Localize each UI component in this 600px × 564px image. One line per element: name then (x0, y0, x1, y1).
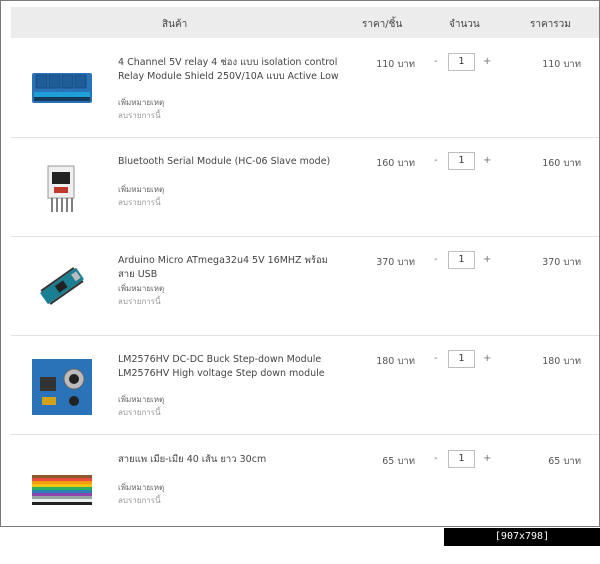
unit-price: 160 บาท (376, 158, 415, 169)
increase-qty-button[interactable]: + (483, 453, 491, 464)
unit-price: 110 บาท (376, 59, 415, 70)
unit-price: 65 บาท (382, 456, 415, 467)
line-total: 110 บาท (542, 59, 581, 70)
cart-row: Bluetooth Serial Module (HC-06 Slave mod… (11, 138, 599, 237)
add-note-link[interactable]: เพิ่มหมายเหตุ (118, 183, 164, 196)
header-quantity: จำนวน (449, 19, 480, 30)
line-total: 160 บาท (542, 158, 581, 169)
cart-row: Arduino Micro ATmega32u4 5V 16MHZ พร้อมส… (11, 237, 599, 336)
increase-qty-button[interactable]: + (483, 254, 491, 265)
product-name[interactable]: Bluetooth Serial Module (HC-06 Slave mod… (118, 155, 343, 169)
decrease-qty-button[interactable]: - (434, 56, 438, 67)
decrease-qty-button[interactable]: - (434, 155, 438, 166)
cart-row: 4 Channel 5V relay 4 ช่อง แบบ isolation … (11, 39, 599, 138)
product-name[interactable]: Arduino Micro ATmega32u4 5V 16MHZ พร้อมส… (118, 254, 343, 282)
ribbon-cable-icon[interactable] (28, 451, 96, 517)
cart-row: สายแพ เมีย-เมีย 40 เส้น ยาว 30cm เพิ่มหม… (11, 435, 599, 523)
decrease-qty-button[interactable]: - (434, 254, 438, 265)
increase-qty-button[interactable]: + (483, 56, 491, 67)
quantity-input[interactable]: 1 (448, 350, 475, 368)
unit-price: 180 บาท (376, 356, 415, 367)
decrease-qty-button[interactable]: - (434, 353, 438, 364)
unit-price: 370 บาท (376, 257, 415, 268)
arduino-micro-icon[interactable] (28, 257, 96, 315)
quantity-input[interactable]: 1 (448, 53, 475, 71)
watermark-label: [907x798] https://upic.me/ (444, 528, 600, 560)
header-product: สินค้า (162, 19, 188, 30)
line-total: 370 บาท (542, 257, 581, 268)
product-name[interactable]: 4 Channel 5V relay 4 ช่อง แบบ isolation … (118, 56, 343, 84)
line-total: 180 บาท (542, 356, 581, 367)
relay-module-icon[interactable] (28, 59, 96, 117)
cart-row: LM2576HV DC-DC Buck Step-down Module LM2… (11, 336, 599, 435)
product-name[interactable]: LM2576HV DC-DC Buck Step-down Module LM2… (118, 353, 343, 381)
header-total: ราคารวม (530, 19, 571, 30)
increase-qty-button[interactable]: + (483, 155, 491, 166)
quantity-input[interactable]: 1 (448, 450, 475, 468)
bluetooth-module-icon[interactable] (28, 158, 96, 216)
decrease-qty-button[interactable]: - (434, 453, 438, 464)
remove-item-link[interactable]: ลบรายการนี้ (118, 109, 161, 122)
product-name[interactable]: สายแพ เมีย-เมีย 40 เส้น ยาว 30cm (118, 453, 343, 467)
add-note-link[interactable]: เพิ่มหมายเหตุ (118, 282, 164, 295)
remove-item-link[interactable]: ลบรายการนี้ (118, 494, 161, 507)
cart-table: สินค้า ราคา/ชิ้น จำนวน ราคารวม 4 Channel… (0, 0, 600, 527)
remove-item-link[interactable]: ลบรายการนี้ (118, 406, 161, 419)
buck-converter-icon[interactable] (28, 353, 96, 419)
increase-qty-button[interactable]: + (483, 353, 491, 364)
quantity-input[interactable]: 1 (448, 152, 475, 170)
remove-item-link[interactable]: ลบรายการนี้ (118, 196, 161, 209)
header-price: ราคา/ชิ้น (362, 19, 403, 30)
cart-header: สินค้า ราคา/ชิ้น จำนวน ราคารวม (11, 7, 599, 38)
remove-item-link[interactable]: ลบรายการนี้ (118, 295, 161, 308)
quantity-input[interactable]: 1 (448, 251, 475, 269)
add-note-link[interactable]: เพิ่มหมายเหตุ (118, 481, 164, 494)
add-note-link[interactable]: เพิ่มหมายเหตุ (118, 393, 164, 406)
line-total: 65 บาท (548, 456, 581, 467)
add-note-link[interactable]: เพิ่มหมายเหตุ (118, 96, 164, 109)
